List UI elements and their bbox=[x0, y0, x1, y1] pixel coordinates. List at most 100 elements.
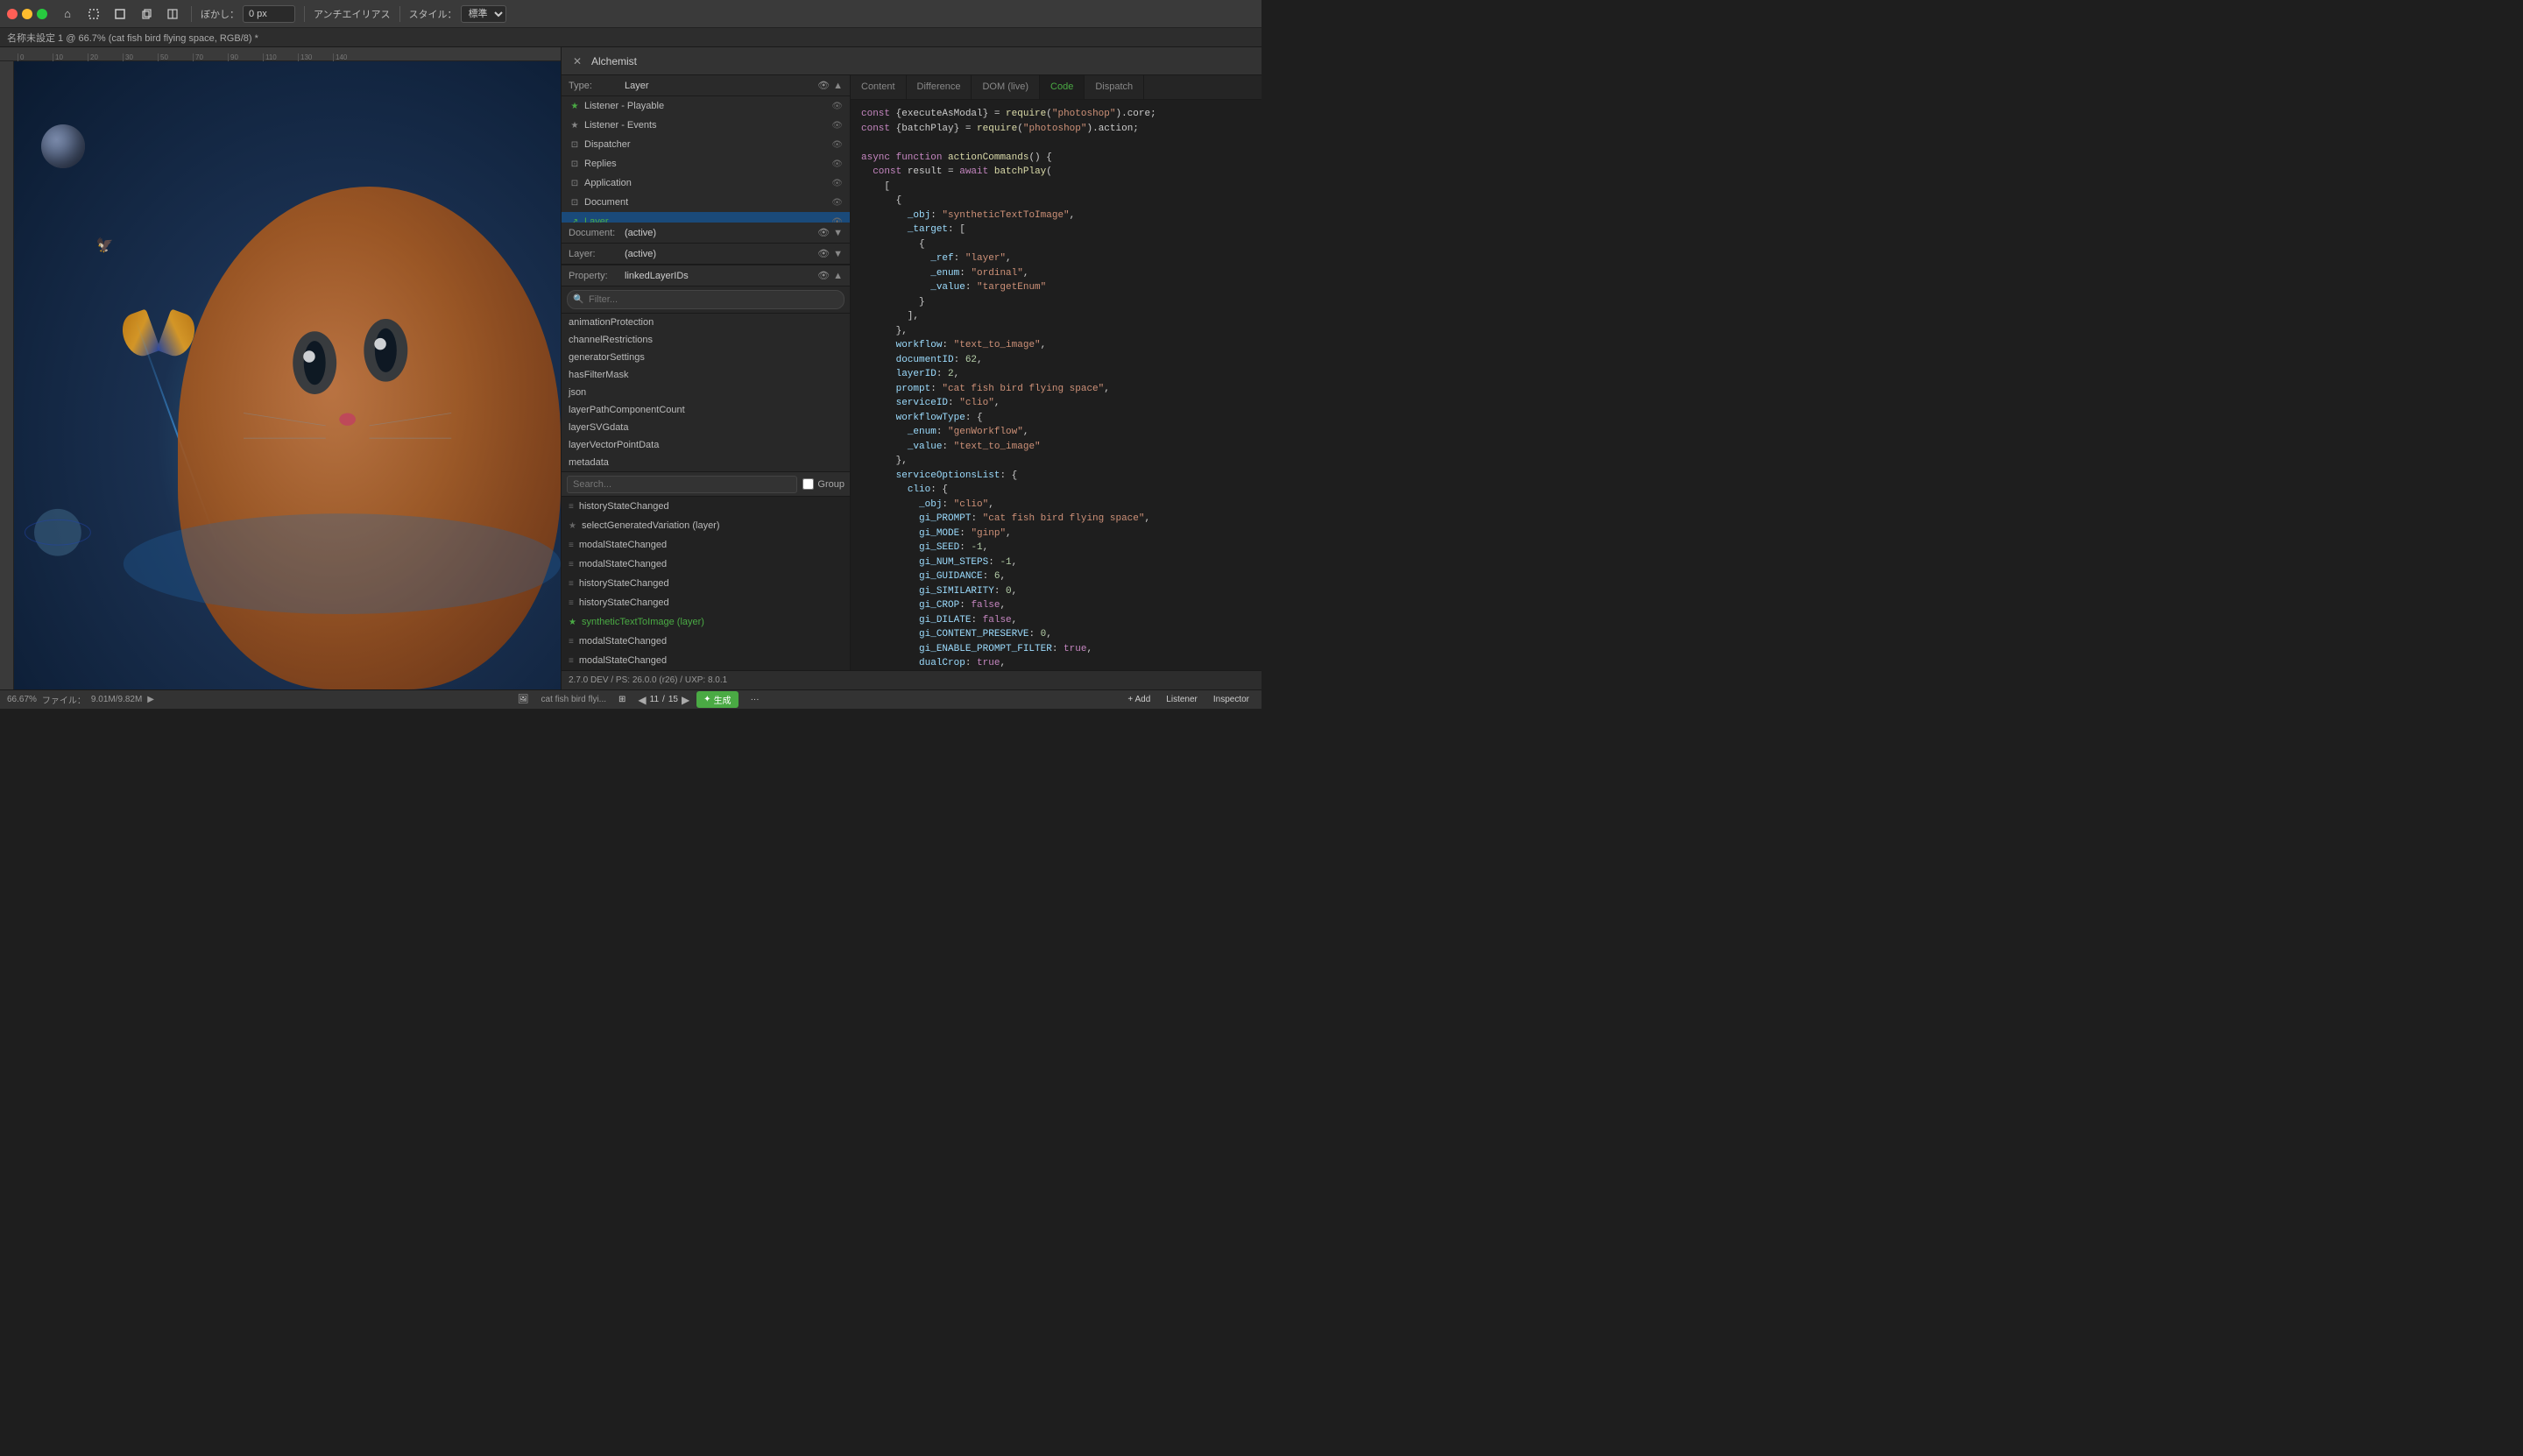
tab-content[interactable]: Content bbox=[851, 75, 907, 99]
layer-icon-star: ★ bbox=[569, 102, 581, 111]
page-nav: ◀ 11 / 15 ▶ bbox=[638, 694, 689, 706]
more-options-button[interactable]: ··· bbox=[746, 693, 765, 706]
layer-eye-icon[interactable]: 👁 bbox=[831, 121, 843, 131]
type-expand-icon[interactable]: ▲ bbox=[833, 81, 843, 91]
doc-eye-icon[interactable]: 👁 bbox=[817, 227, 830, 238]
ruler-tick: 110 bbox=[263, 53, 298, 61]
event-historyStateChanged-2[interactable]: ≡ historyStateChanged bbox=[562, 574, 850, 593]
grid-view-icon[interactable]: ⊞ bbox=[613, 693, 631, 706]
generate-button[interactable]: ✦ 生成 bbox=[696, 691, 738, 708]
antialias-label: アンチエイリアス bbox=[314, 7, 391, 21]
tab-dispatch[interactable]: Dispatch bbox=[1085, 75, 1144, 99]
event-label-1: historyStateChanged bbox=[579, 501, 669, 512]
code-line-27: clio: { bbox=[861, 483, 1251, 498]
prev-page-button[interactable]: ◀ bbox=[638, 694, 646, 706]
next-page-button[interactable]: ▶ bbox=[682, 694, 689, 706]
prop-item-generatorSettings[interactable]: generatorSettings bbox=[562, 349, 850, 366]
page-separator: / bbox=[662, 695, 665, 704]
prop-item-json[interactable]: json bbox=[562, 384, 850, 401]
layer-eye-icon[interactable]: 👁 bbox=[831, 140, 843, 150]
prop-item-channelRestrictions[interactable]: channelRestrictions bbox=[562, 331, 850, 349]
prop-item-metadata[interactable]: metadata bbox=[562, 454, 850, 471]
bottom-bar-center: 🖼 cat fish bird flyi... ⊞ ◀ 11 / 15 ▶ ✦ … bbox=[159, 691, 1117, 708]
event-label-4: modalStateChanged bbox=[579, 559, 667, 569]
layer-item-listener-playable[interactable]: ★ Listener - Playable 👁 bbox=[562, 96, 850, 116]
event-icon-8: ≡ bbox=[569, 637, 574, 647]
prop-item-layerPathComponentCount[interactable]: layerPathComponentCount bbox=[562, 401, 850, 419]
layer-eye-icon[interactable]: 👁 bbox=[831, 159, 843, 169]
event-historyStateChanged-3[interactable]: ≡ historyStateChanged bbox=[562, 593, 850, 612]
file-value: 9.01M/9.82M bbox=[91, 695, 142, 704]
layer-eye-icon[interactable]: 👁 bbox=[831, 179, 843, 188]
event-modalStateChanged-1[interactable]: ≡ modalStateChanged bbox=[562, 535, 850, 555]
code-line-10: { bbox=[861, 237, 1251, 252]
layer-eye-icon[interactable]: 👁 bbox=[831, 102, 843, 111]
code-line-1: const {executeAsModal} = require("photos… bbox=[861, 107, 1251, 122]
layer-icon-box3: ⊡ bbox=[569, 179, 581, 188]
marquee-icon[interactable] bbox=[84, 4, 103, 24]
close-button[interactable] bbox=[7, 9, 18, 19]
code-line-33: gi_GUIDANCE: 6, bbox=[861, 569, 1251, 584]
property-list: animationProtection channelRestrictions … bbox=[562, 314, 850, 471]
add-button[interactable]: + Add bbox=[1122, 693, 1155, 706]
layer-icon-box2: ⊡ bbox=[569, 159, 581, 169]
copy-icon[interactable] bbox=[137, 4, 156, 24]
code-content[interactable]: const {executeAsModal} = require("photos… bbox=[851, 100, 1262, 670]
layer-expand-icon[interactable]: ▼ bbox=[833, 249, 843, 259]
blur-label: ぼかし： bbox=[201, 7, 239, 21]
type-eye-icon[interactable]: 👁 bbox=[817, 80, 830, 91]
layer-label: Document bbox=[584, 197, 628, 208]
event-modalStateChanged-3[interactable]: ≡ modalStateChanged bbox=[562, 632, 850, 651]
document-label: Document: bbox=[569, 228, 621, 238]
doc-expand-icon[interactable]: ▼ bbox=[833, 228, 843, 238]
prop-eye-icon[interactable]: 👁 bbox=[817, 270, 830, 281]
blur-input[interactable] bbox=[243, 5, 295, 23]
prop-item-layerSVGdata[interactable]: layerSVGdata bbox=[562, 419, 850, 436]
bottom-expand-icon[interactable]: ▶ bbox=[147, 695, 154, 704]
style-select[interactable]: 標準 bbox=[461, 5, 506, 23]
home-icon[interactable]: ⌂ bbox=[58, 4, 77, 24]
event-search-input[interactable] bbox=[567, 476, 797, 493]
thumbnail-icon[interactable]: 🖼 bbox=[512, 693, 534, 706]
ruler-tick: 20 bbox=[88, 53, 123, 61]
square-icon[interactable] bbox=[110, 4, 130, 24]
prop-expand-icon[interactable]: ▲ bbox=[833, 271, 843, 281]
layer-eye-icon2[interactable]: 👁 bbox=[817, 248, 830, 259]
alchemist-close-button[interactable]: ✕ bbox=[570, 54, 584, 68]
prop-item-animationProtection[interactable]: animationProtection bbox=[562, 314, 850, 331]
event-selectGeneratedVariation[interactable]: ★ selectGeneratedVariation (layer) bbox=[562, 516, 850, 535]
layer-item-application[interactable]: ⊡ Application 👁 bbox=[562, 173, 850, 193]
filter-input[interactable] bbox=[567, 290, 845, 309]
group-checkbox[interactable] bbox=[802, 478, 814, 490]
code-line-4: async function actionCommands() { bbox=[861, 151, 1251, 166]
layer-item-replies[interactable]: ⊡ Replies 👁 bbox=[562, 154, 850, 173]
layer-item-listener-events[interactable]: ★ Listener - Events 👁 bbox=[562, 116, 850, 135]
property-header[interactable]: Property: linkedLayerIDs 👁 ▲ bbox=[562, 265, 850, 286]
layer-label: Listener - Playable bbox=[584, 101, 664, 111]
layer-item-document[interactable]: ⊡ Document 👁 bbox=[562, 193, 850, 212]
code-line-14: } bbox=[861, 295, 1251, 310]
code-line-28: _obj: "clio", bbox=[861, 498, 1251, 512]
group-checkbox-label[interactable]: Group bbox=[802, 478, 845, 490]
event-icon-9: ≡ bbox=[569, 656, 574, 666]
layer-item-layer[interactable]: ↗ Layer 👁 bbox=[562, 212, 850, 223]
tab-code[interactable]: Code bbox=[1040, 75, 1085, 99]
prop-item-hasFilterMask[interactable]: hasFilterMask bbox=[562, 366, 850, 384]
inspector-button[interactable]: Inspector bbox=[1208, 693, 1254, 706]
layer-eye-icon[interactable]: 👁 bbox=[831, 198, 843, 208]
canvas-image[interactable]: 🦅 bbox=[14, 61, 561, 689]
event-modalStateChanged-4[interactable]: ≡ modalStateChanged bbox=[562, 651, 850, 670]
tab-dom-live[interactable]: DOM (live) bbox=[972, 75, 1040, 99]
prop-item-layerVectorPointData[interactable]: layerVectorPointData bbox=[562, 436, 850, 454]
layer-item-dispatcher[interactable]: ⊡ Dispatcher 👁 bbox=[562, 135, 850, 154]
tab-difference[interactable]: Difference bbox=[907, 75, 972, 99]
code-line-19: layerID: 2, bbox=[861, 367, 1251, 382]
event-modalStateChanged-2[interactable]: ≡ modalStateChanged bbox=[562, 555, 850, 574]
maximize-button[interactable] bbox=[37, 9, 47, 19]
event-syntheticTextToImage[interactable]: ★ syntheticTextToImage (layer) bbox=[562, 612, 850, 632]
event-historyStateChanged-1[interactable]: ≡ historyStateChanged bbox=[562, 497, 850, 516]
traffic-lights bbox=[7, 9, 47, 19]
minimize-button[interactable] bbox=[22, 9, 32, 19]
listener-button[interactable]: Listener bbox=[1161, 693, 1203, 706]
flip-icon[interactable] bbox=[163, 4, 182, 24]
